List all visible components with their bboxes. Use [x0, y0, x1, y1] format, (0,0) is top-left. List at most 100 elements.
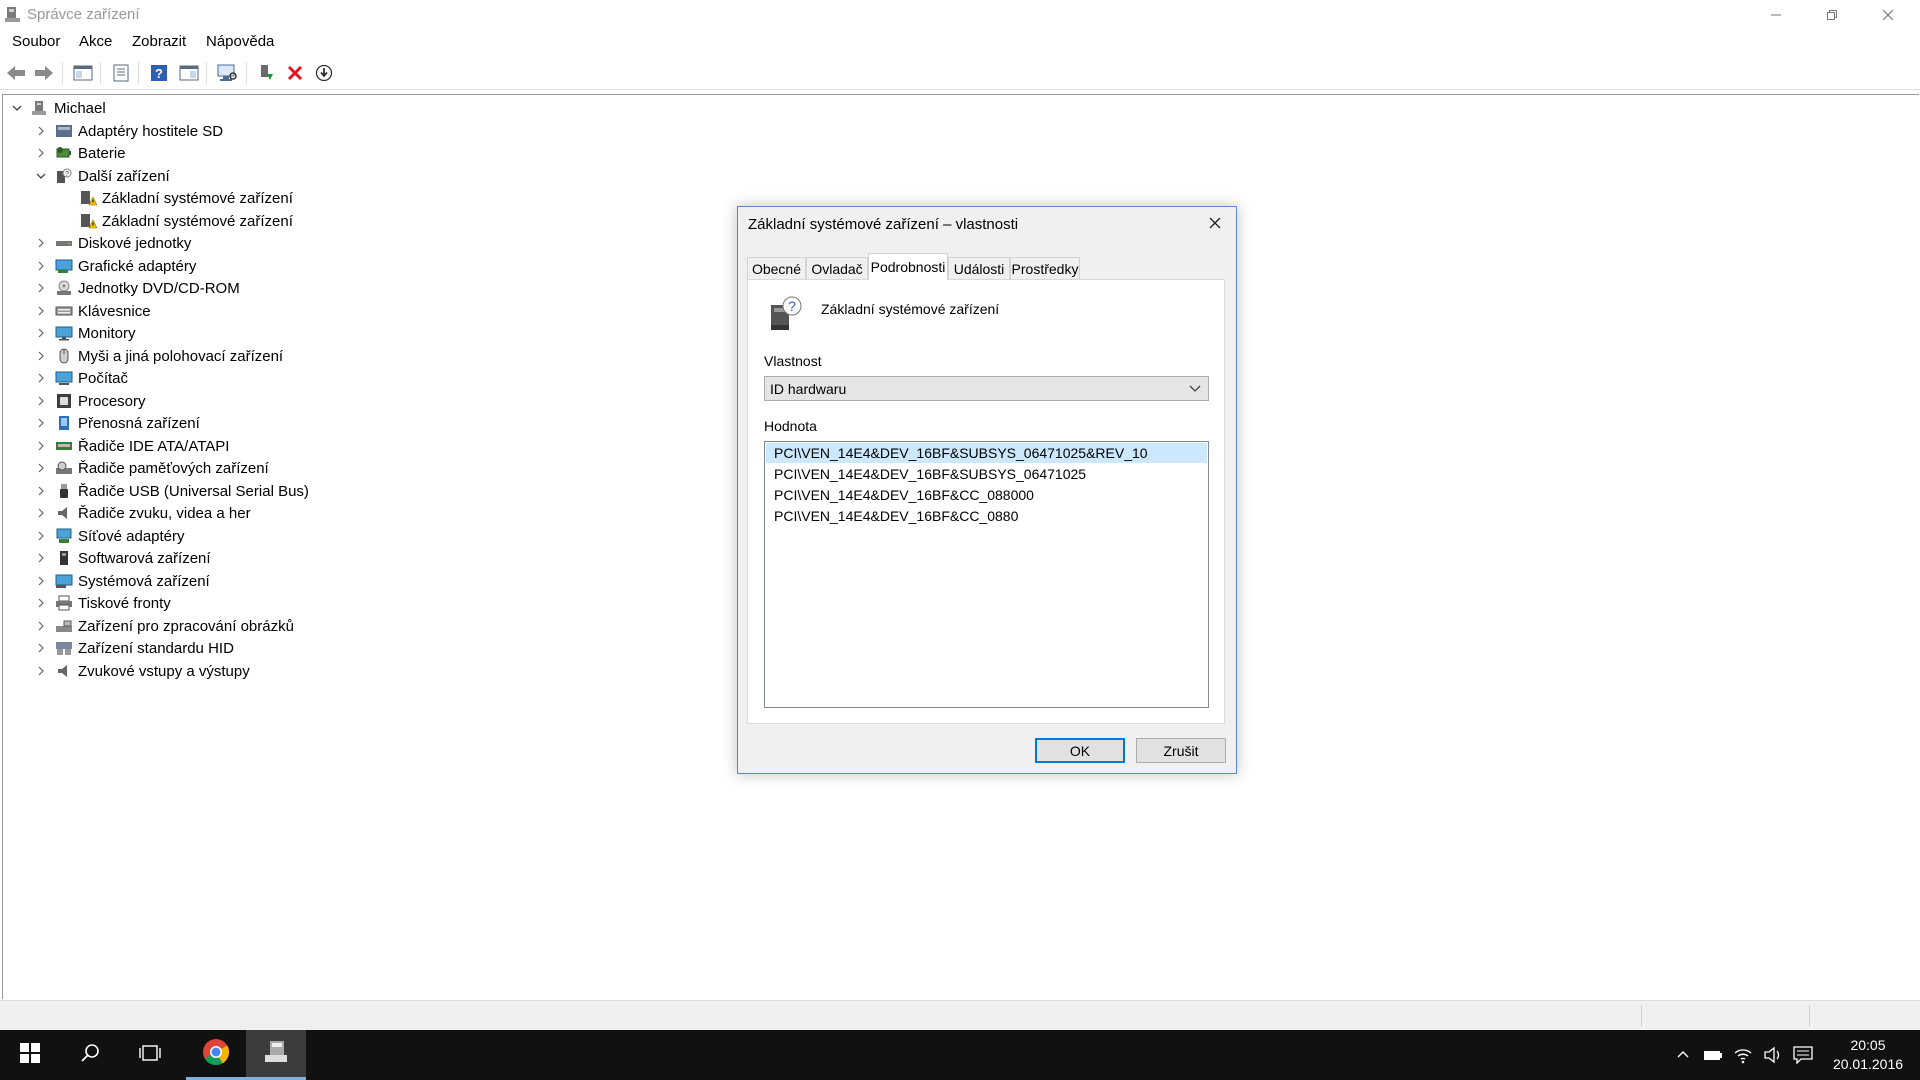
tree-item-label: Zařízení standardu HID: [78, 639, 234, 657]
tree-item-display-adapters[interactable]: Grafické adaptéry: [33, 255, 196, 277]
wifi-icon[interactable]: [1733, 1045, 1753, 1065]
tree-item-battery[interactable]: Baterie: [33, 142, 126, 164]
show-hide-console-tree-icon[interactable]: [72, 63, 94, 83]
device-manager-icon: [4, 6, 22, 24]
chevron-right-icon[interactable]: [33, 393, 49, 409]
value-list[interactable]: PCI\VEN_14E4&DEV_16BF&SUBSYS_06471025&RE…: [764, 441, 1209, 708]
chevron-right-icon[interactable]: [33, 303, 49, 319]
tree-root[interactable]: Michael: [9, 97, 106, 119]
chevron-down-icon[interactable]: [33, 168, 49, 184]
menu-akce[interactable]: Akce: [79, 33, 112, 50]
tree-item-imaging-devices[interactable]: Zařízení pro zpracování obrázků: [33, 615, 294, 637]
chevron-right-icon[interactable]: [33, 550, 49, 566]
chevron-right-icon[interactable]: [33, 145, 49, 161]
action-pane-icon[interactable]: [178, 63, 200, 83]
help-icon[interactable]: ?: [148, 63, 170, 83]
chevron-right-icon[interactable]: [33, 415, 49, 431]
tree-subitem-basic-system-device-1[interactable]: Základní systémové zařízení: [57, 187, 293, 209]
chevron-right-icon[interactable]: [33, 573, 49, 589]
tree-item-disk-drives[interactable]: Diskové jednotky: [33, 232, 191, 254]
chevron-down-icon[interactable]: [9, 100, 25, 116]
tree-item-sound-controllers[interactable]: Řadiče zvuku, videa a her: [33, 502, 251, 524]
chevron-right-icon[interactable]: [33, 123, 49, 139]
chevron-up-icon[interactable]: [1673, 1045, 1693, 1065]
tree-item-computer[interactable]: Počítač: [33, 367, 128, 389]
menu-zobrazit[interactable]: Zobrazit: [132, 33, 186, 50]
restore-button[interactable]: [1804, 0, 1860, 30]
action-center-icon[interactable]: [1793, 1045, 1813, 1065]
tree-item-mice[interactable]: Myši a jiná polohovací zařízení: [33, 345, 283, 367]
search-button[interactable]: [60, 1030, 120, 1080]
chevron-right-icon[interactable]: [33, 528, 49, 544]
chevron-right-icon[interactable]: [33, 280, 49, 296]
tab-udalosti[interactable]: Události: [948, 257, 1010, 279]
tree-item-sd-adapters[interactable]: Adaptéry hostitele SD: [33, 120, 223, 142]
chevron-right-icon[interactable]: [33, 348, 49, 364]
list-item[interactable]: PCI\VEN_14E4&DEV_16BF&CC_0880: [766, 506, 1207, 526]
properties-icon[interactable]: [110, 63, 132, 83]
close-button[interactable]: [1860, 0, 1916, 30]
battery-icon[interactable]: [1703, 1045, 1723, 1065]
tab-obecne[interactable]: Obecné: [747, 257, 806, 279]
volume-icon[interactable]: [1763, 1045, 1783, 1065]
property-select[interactable]: ID hardwaru: [764, 376, 1209, 401]
ok-button[interactable]: OK: [1035, 738, 1125, 763]
tree-item-network-adapters[interactable]: Síťové adaptéry: [33, 525, 185, 547]
tree-item-storage-controllers[interactable]: Řadiče paměťových zařízení: [33, 457, 269, 479]
tree-item-dvd-drives[interactable]: Jednotky DVD/CD-ROM: [33, 277, 240, 299]
chevron-right-icon[interactable]: [33, 618, 49, 634]
uninstall-device-icon[interactable]: [284, 63, 306, 83]
list-item[interactable]: PCI\VEN_14E4&DEV_16BF&CC_088000: [766, 485, 1207, 505]
back-icon[interactable]: [5, 63, 27, 83]
chevron-right-icon[interactable]: [33, 370, 49, 386]
scan-hardware-icon[interactable]: [216, 63, 238, 83]
taskbar-device-manager-button[interactable]: [246, 1030, 306, 1080]
minimize-button[interactable]: [1748, 0, 1804, 30]
tree-item-label: Přenosná zařízení: [78, 414, 200, 432]
list-item[interactable]: PCI\VEN_14E4&DEV_16BF&SUBSYS_06471025&RE…: [766, 443, 1207, 463]
start-button[interactable]: [0, 1030, 60, 1080]
disable-device-icon[interactable]: [313, 63, 335, 83]
tree-item-software-devices[interactable]: Softwarová zařízení: [33, 547, 211, 569]
chevron-right-icon[interactable]: [33, 460, 49, 476]
list-item[interactable]: PCI\VEN_14E4&DEV_16BF&SUBSYS_06471025: [766, 464, 1207, 484]
tree-item-label: Další zařízení: [78, 167, 170, 185]
tree-item-system-devices[interactable]: Systémová zařízení: [33, 570, 210, 592]
storage-controller-icon: [54, 459, 74, 477]
tab-podrobnosti[interactable]: Podrobnosti: [868, 253, 948, 280]
tree-item-portable-devices[interactable]: Přenosná zařízení: [33, 412, 200, 434]
update-driver-icon[interactable]: [256, 63, 278, 83]
clock[interactable]: 20:05 20.01.2016: [1820, 1036, 1916, 1074]
task-view-button[interactable]: [120, 1030, 180, 1080]
tree-item-hid-devices[interactable]: Zařízení standardu HID: [33, 637, 234, 659]
tree-item-ide-controllers[interactable]: Řadiče IDE ATA/ATAPI: [33, 435, 229, 457]
taskbar-chrome-button[interactable]: [186, 1030, 246, 1080]
tab-ovladac[interactable]: Ovladač: [806, 257, 868, 279]
audio-io-icon: [54, 662, 74, 680]
menu-soubor[interactable]: Soubor: [12, 33, 60, 50]
chevron-right-icon[interactable]: [33, 325, 49, 341]
tree-item-print-queues[interactable]: Tiskové fronty: [33, 592, 171, 614]
menu-napoveda[interactable]: Nápověda: [206, 33, 274, 50]
chevron-right-icon[interactable]: [33, 595, 49, 611]
tree-item-monitors[interactable]: Monitory: [33, 322, 136, 344]
chevron-right-icon[interactable]: [33, 258, 49, 274]
display-adapter-icon: [54, 257, 74, 275]
tree-item-usb-controllers[interactable]: Řadiče USB (Universal Serial Bus): [33, 480, 309, 502]
chevron-right-icon[interactable]: [33, 640, 49, 656]
tree-item-keyboards[interactable]: Klávesnice: [33, 300, 151, 322]
tab-prostredky[interactable]: Prostředky: [1010, 257, 1080, 279]
chevron-right-icon[interactable]: [33, 483, 49, 499]
tree-subitem-basic-system-device-2[interactable]: Základní systémové zařízení: [57, 210, 293, 232]
tree-item-other-devices[interactable]: ? Další zařízení: [33, 165, 170, 187]
tree-item-audio-io[interactable]: Zvukové vstupy a výstupy: [33, 660, 250, 682]
chevron-right-icon[interactable]: [33, 505, 49, 521]
tree-item-processors[interactable]: Procesory: [33, 390, 146, 412]
chevron-right-icon[interactable]: [33, 235, 49, 251]
status-bar: [0, 1000, 1920, 1030]
chevron-right-icon[interactable]: [33, 663, 49, 679]
dialog-close-button[interactable]: [1200, 211, 1230, 235]
chevron-right-icon[interactable]: [33, 438, 49, 454]
forward-icon[interactable]: [33, 63, 55, 83]
cancel-button[interactable]: Zrušit: [1136, 738, 1226, 763]
